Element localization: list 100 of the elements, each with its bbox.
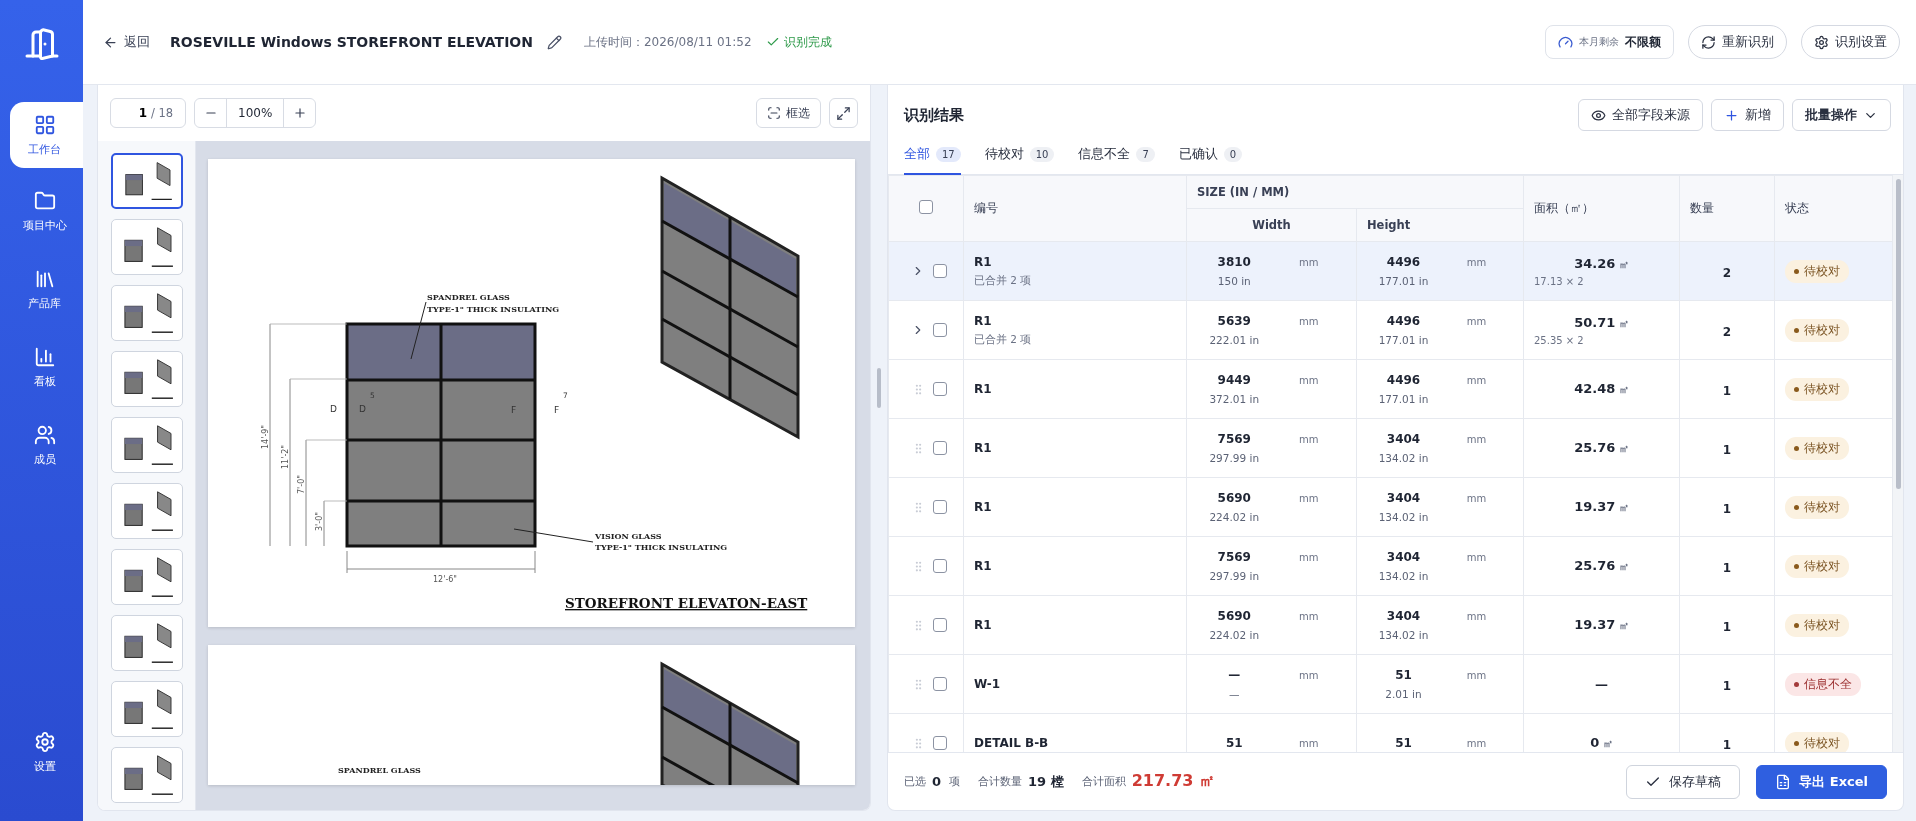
quantity-value: 1 [1722, 678, 1732, 693]
checkbox[interactable] [933, 382, 947, 396]
nav-item[interactable]: 看板 [10, 338, 83, 396]
status-badge: 信息不全 [1785, 673, 1861, 696]
dimension-value: 3810 [1217, 255, 1251, 269]
column-header: SIZE (IN / MM) [1186, 175, 1524, 209]
checkbox[interactable] [933, 618, 947, 632]
table-row[interactable]: R1 9449 mm 372.01 in 4496 mm 177.01 in 42.48 ㎡ 1 待校对 [888, 359, 1893, 419]
header-button[interactable]: 重新识别 [1688, 25, 1787, 59]
status-badge: 待校对 [1785, 319, 1849, 342]
unit-label: mm [1299, 669, 1319, 681]
toolbar-button[interactable]: 全部字段来源 [1578, 99, 1703, 131]
unit-label: mm [1466, 256, 1487, 268]
quantity-value: 2 [1722, 324, 1732, 339]
dimension-label: 3'-0" [314, 512, 324, 531]
inch-value: 134.02 in [1378, 629, 1429, 641]
leader-line [410, 301, 426, 360]
dimension-value: 4496 [1386, 255, 1421, 269]
inch-value: 222.01 in [1209, 334, 1260, 346]
item-code: R1 [974, 500, 993, 514]
export-button[interactable]: 导出 Excel [1756, 764, 1887, 799]
unit-label: mm [1299, 374, 1319, 386]
fullscreen-button[interactable] [829, 98, 858, 128]
checkbox[interactable] [933, 500, 947, 514]
item-code: W-1 [974, 677, 1002, 691]
filter-tab[interactable]: 已确认 0 [1178, 146, 1243, 175]
footer-label: 已选 [904, 774, 926, 789]
save-draft-button[interactable]: 保存草稿 [1626, 764, 1741, 799]
unit-label: mm [1466, 315, 1487, 327]
nav-item[interactable]: 产品库 [10, 260, 83, 318]
page-thumbnail[interactable] [110, 153, 183, 209]
table-row[interactable]: R1 7569 mm 297.99 in 3404 mm 134.02 in 25.76 ㎡ 1 待校对 [888, 536, 1893, 596]
table-row[interactable]: R1 7569 mm 297.99 in 3404 mm 134.02 in 25.76 ㎡ 1 待校对 [888, 418, 1893, 478]
table-row[interactable]: R1 已合并 2 项 5639 mm 222.01 in 4496 mm 177.01 in 50.71 ㎡ 25.35 × 2 2 待校对 [888, 300, 1893, 360]
panel-title: 识别结果 [904, 105, 964, 125]
area-value: 0 ㎡ [1590, 735, 1613, 751]
table-row[interactable]: R1 已合并 2 项 3810 mm 150 in 4496 mm 177.01 in 34.26 ㎡ 17.13 × 2 2 待校对 [888, 241, 1893, 301]
bar-chart-icon [33, 345, 56, 368]
unit-label: mm [1466, 669, 1487, 681]
item-code: R1 [974, 313, 993, 328]
zoom-value: 100% [237, 106, 274, 120]
area-value: 50.71 ㎡ [1574, 314, 1629, 331]
checkbox[interactable] [919, 200, 933, 214]
inch-value: 297.99 in [1209, 452, 1260, 464]
filter-tab[interactable]: 信息不全 7 [1078, 146, 1155, 175]
section-mark: F [553, 405, 559, 415]
dimension-value: 4496 [1386, 314, 1421, 328]
table-row[interactable]: R1 5690 mm 224.02 in 3404 mm 134.02 in 19.37 ㎡ 1 待校对 [888, 477, 1893, 537]
rename-button[interactable] [546, 34, 562, 50]
checkbox[interactable] [933, 264, 947, 278]
table-row[interactable]: W-1 — mm — 51 mm 2.01 in — 1 信息不全 [888, 654, 1893, 714]
toolbar-button[interactable]: 批量操作 [1792, 99, 1891, 131]
filter-tab[interactable]: 待校对 10 [984, 146, 1055, 175]
checkbox[interactable] [933, 441, 947, 455]
box-select-button[interactable]: 框选 [756, 98, 821, 128]
inch-value: 177.01 in [1378, 334, 1429, 346]
total-area: 217.73 ㎡ [1131, 771, 1215, 792]
expand-icon [836, 105, 851, 121]
plus-icon [1724, 107, 1739, 123]
merge-note: 已合并 2 项 [974, 273, 1033, 288]
count-badge: 17 [936, 147, 961, 162]
scrollbar[interactable] [1893, 175, 1903, 752]
footer-label: 项 [949, 774, 961, 789]
column-header: 面积（㎡） [1523, 175, 1680, 242]
checkbox[interactable] [933, 736, 947, 750]
table-row[interactable]: R1 5690 mm 224.02 in 3404 mm 134.02 in 19.37 ㎡ 1 待校对 [888, 595, 1893, 655]
inch-value: 134.02 in [1378, 570, 1429, 582]
unit-label: mm [1466, 433, 1487, 445]
column-header: Width [1186, 208, 1357, 242]
column-header: 状态 [1774, 175, 1893, 242]
document-title: ROSEVILLE Windows STOREFRONT ELEVATION [170, 34, 533, 50]
status-badge: 待校对 [1785, 260, 1849, 283]
unit-label: mm [1299, 256, 1319, 268]
toolbar-button[interactable]: 新增 [1711, 99, 1784, 131]
unit-label: mm [1466, 737, 1487, 749]
resize-handle[interactable] [877, 368, 881, 408]
area-value: 19.37 ㎡ [1574, 499, 1629, 515]
inch-value: 224.02 in [1209, 629, 1260, 641]
item-code: DETAIL B-B [974, 736, 1050, 750]
quantity-value: 1 [1722, 737, 1732, 752]
status-badge: 待校对 [1785, 555, 1849, 578]
status-badge: 待校对 [1785, 378, 1849, 401]
page-number-field[interactable]: 1 [111, 106, 151, 120]
scan-frame-icon [767, 106, 781, 120]
dimension-value: 7569 [1217, 550, 1251, 564]
back-link[interactable]: 返回 [103, 33, 150, 51]
checkbox[interactable] [933, 559, 947, 573]
footer-label: 合计面积 [1081, 774, 1126, 789]
checkbox[interactable] [933, 323, 947, 337]
nav-item[interactable]: 成员 [10, 416, 83, 474]
header-button[interactable]: 识别设置 [1801, 25, 1900, 59]
refresh-icon [1701, 34, 1716, 50]
table-row[interactable]: DETAIL B-B 51 mm 51 mm 0 ㎡ 1 待校对 [888, 713, 1893, 752]
nav-item[interactable]: 工作台 [10, 102, 83, 168]
nav-item[interactable]: 项目中心 [10, 182, 83, 240]
plus-icon [292, 106, 307, 120]
checkbox[interactable] [933, 677, 947, 691]
nav-item[interactable]: 设置 [10, 723, 83, 781]
pencil-icon [546, 34, 562, 50]
status-badge: 待校对 [1785, 614, 1849, 637]
